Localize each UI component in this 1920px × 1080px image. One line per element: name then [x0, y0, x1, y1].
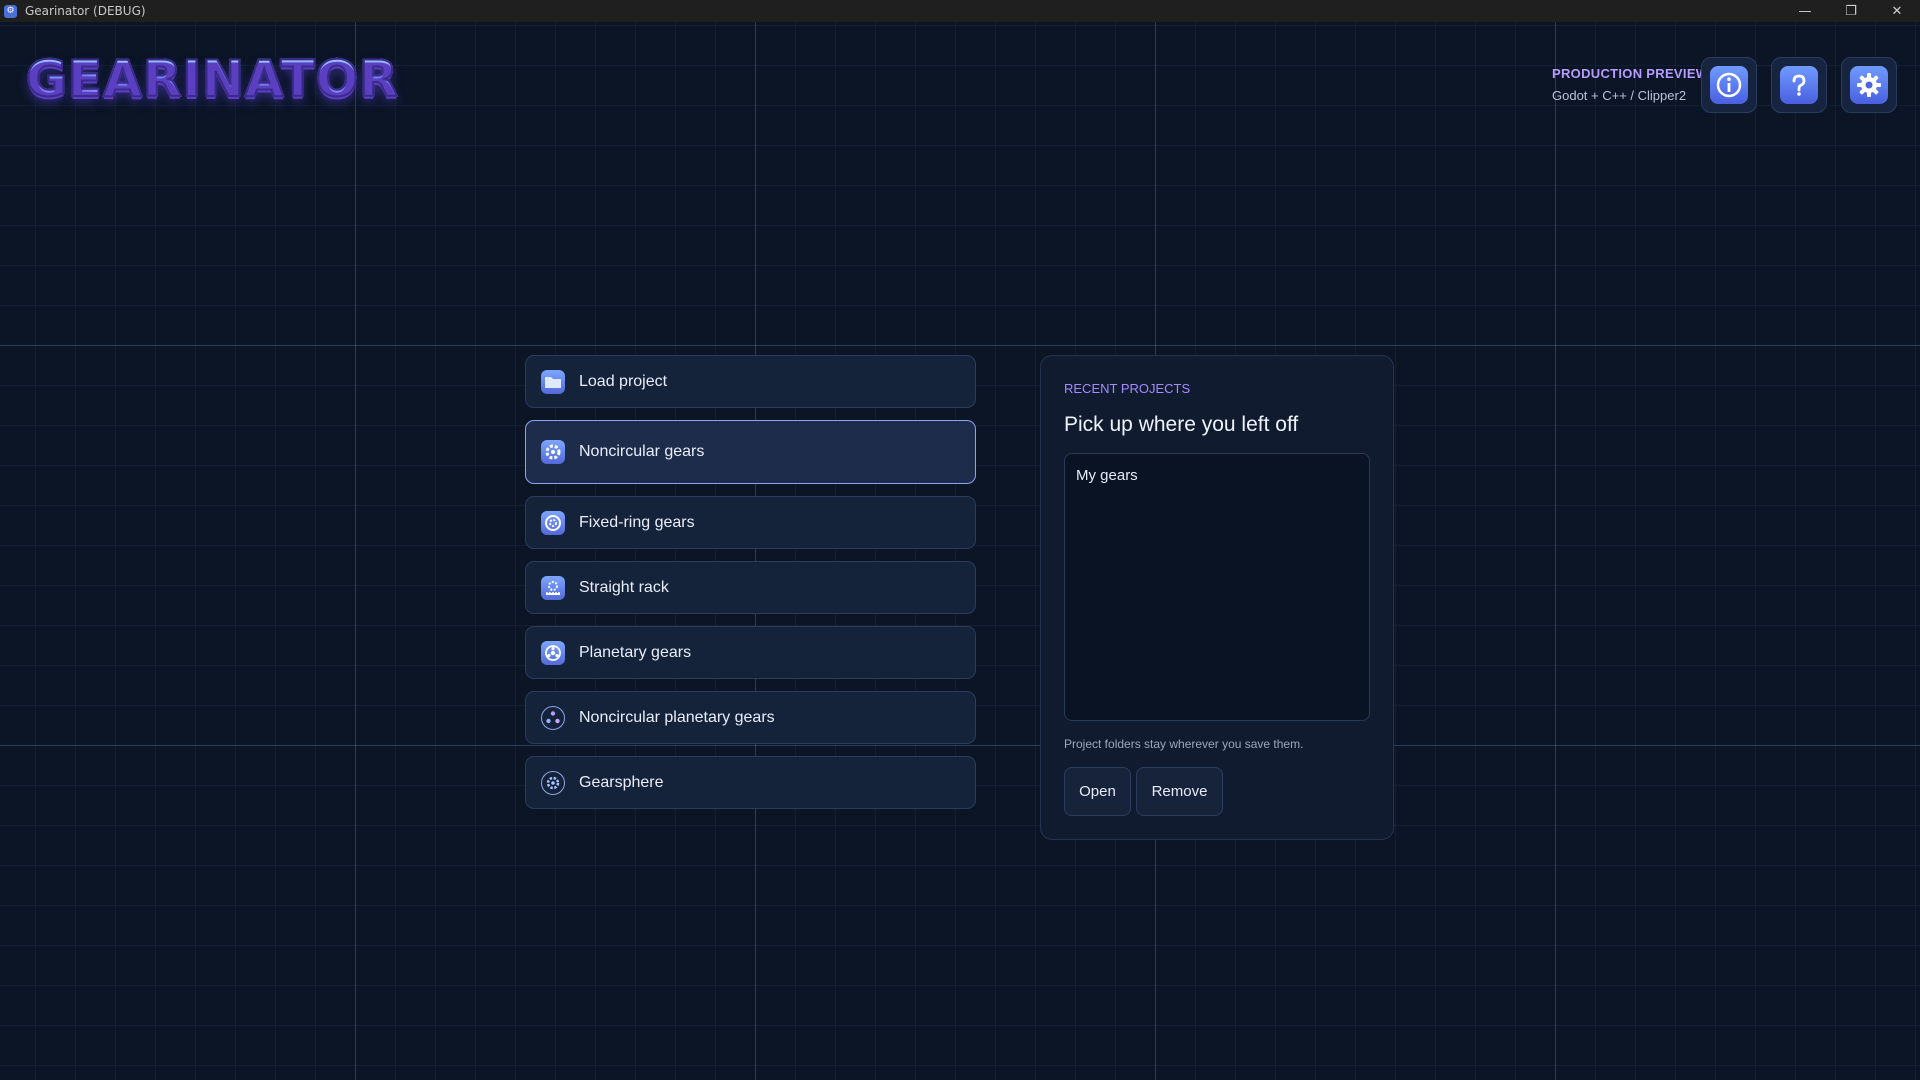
menu-item-noncircular-planetary-gears[interactable]: Noncircular planetary gears	[525, 691, 976, 744]
menu-item-label: Fixed-ring gears	[579, 513, 695, 531]
preview-info: PRODUCTION PREVIEW Godot + C++ / Clipper…	[1552, 66, 1708, 103]
menu-item-planetary-gears[interactable]: Planetary gears	[525, 626, 976, 679]
menu-item-noncircular-gears[interactable]: Noncircular gears	[525, 420, 976, 484]
rack-icon	[541, 575, 565, 600]
preview-subtitle: Godot + C++ / Clipper2	[1552, 88, 1687, 103]
help-icon	[1792, 74, 1806, 96]
settings-button[interactable]	[1841, 57, 1897, 113]
menu-item-label: Noncircular planetary gears	[579, 708, 775, 726]
window-controls: — ❐ ✕	[1782, 0, 1920, 22]
remove-button[interactable]: Remove	[1136, 767, 1223, 816]
app-icon: ⚙	[4, 4, 17, 18]
recent-projects-note: Project folders stay wherever you save t…	[1064, 737, 1304, 751]
noncircular-planetary-icon	[541, 705, 565, 730]
gearsphere-icon	[541, 770, 565, 795]
menu-item-load-project[interactable]: Load project	[525, 355, 976, 408]
gear-icon	[1857, 73, 1881, 97]
minimize-button[interactable]: —	[1782, 0, 1828, 22]
open-button[interactable]: Open	[1064, 767, 1131, 816]
mode-menu: Load project Noncircular gears Fixed-rin…	[525, 355, 976, 821]
app-logo: GEARINATOR	[25, 49, 399, 109]
menu-item-label: Straight rack	[579, 578, 669, 596]
info-button[interactable]	[1701, 57, 1757, 113]
help-button[interactable]	[1771, 57, 1827, 113]
folder-icon	[541, 369, 565, 394]
menu-item-label: Gearsphere	[579, 773, 664, 791]
planetary-icon	[541, 640, 565, 665]
menu-item-fixed-ring-gears[interactable]: Fixed-ring gears	[525, 496, 976, 549]
window-titlebar: ⚙ Gearinator (DEBUG) — ❐ ✕	[0, 0, 1920, 22]
recent-projects-panel: RECENT PROJECTS Pick up where you left o…	[1040, 355, 1394, 840]
recent-projects-list[interactable]: My gears	[1064, 453, 1370, 721]
menu-item-gearsphere[interactable]: Gearsphere	[525, 756, 976, 809]
recent-projects-title: Pick up where you left off	[1064, 413, 1299, 436]
ring-gear-icon	[541, 510, 565, 535]
window-title: Gearinator (DEBUG)	[25, 4, 146, 18]
menu-item-label: Load project	[579, 372, 668, 390]
menu-item-straight-rack[interactable]: Straight rack	[525, 561, 976, 614]
close-button[interactable]: ✕	[1874, 0, 1920, 22]
menu-item-label: Noncircular gears	[579, 443, 705, 460]
preview-title: PRODUCTION PREVIEW	[1552, 66, 1709, 81]
restore-button[interactable]: ❐	[1828, 0, 1874, 22]
recent-projects-kicker: RECENT PROJECTS	[1064, 381, 1191, 396]
list-item[interactable]: My gears	[1076, 467, 1138, 484]
info-icon	[1716, 72, 1742, 98]
menu-item-label: Planetary gears	[579, 643, 692, 661]
gear-icon	[541, 440, 565, 464]
